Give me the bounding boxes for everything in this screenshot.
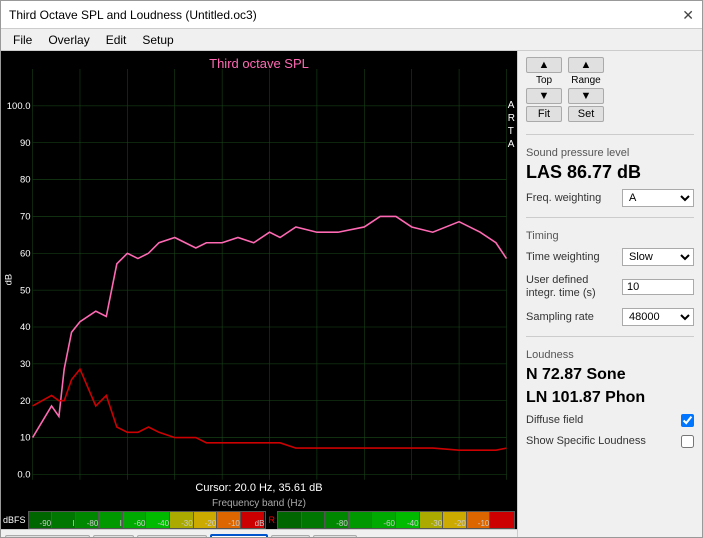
spl-section-title: Sound pressure level [526, 147, 694, 159]
svg-text:90: 90 [20, 138, 31, 149]
freq-weighting-select[interactable]: A B C Z [622, 189, 694, 207]
divider-1 [526, 134, 694, 135]
time-weighting-label: Time weighting [526, 251, 600, 263]
sampling-rate-select[interactable]: 44100 48000 96000 [622, 308, 694, 326]
overlay-button[interactable]: Overlay [210, 534, 268, 537]
svg-text:100.0: 100.0 [7, 101, 31, 112]
main-window: Third Octave SPL and Loudness (Untitled.… [0, 0, 703, 538]
svg-text:80: 80 [20, 175, 31, 186]
set-button[interactable]: Set [568, 106, 604, 122]
copy-button[interactable]: Copy [313, 535, 357, 537]
show-specific-row: Show Specific Loudness [526, 435, 694, 448]
loudness-ln-value: LN 101.87 Phon [526, 388, 694, 407]
divider-2 [526, 217, 694, 218]
menu-overlay[interactable]: Overlay [40, 31, 97, 49]
show-specific-label: Show Specific Loudness [526, 435, 646, 447]
svg-text:70: 70 [20, 212, 31, 223]
title-bar: Third Octave SPL and Loudness (Untitled.… [1, 1, 702, 29]
timing-section-title: Timing [526, 230, 694, 242]
spl-value: LAS 86.77 dB [526, 163, 694, 183]
freq-label: Frequency band (Hz) [1, 496, 517, 511]
top-label: Top [536, 75, 552, 86]
svg-text:dB: dB [4, 274, 15, 286]
menu-edit[interactable]: Edit [98, 31, 135, 49]
menu-bar: File Overlay Edit Setup [1, 29, 702, 51]
range-down-button[interactable]: ▼ [568, 88, 604, 104]
level-bar-strip: dBFS -90 I -80 I -60 -40 -30 -20 -10 dB … [1, 511, 517, 529]
chart-svg: 100.0 90 80 70 60 50 40 30 20 10 0.0 dB [1, 69, 517, 480]
main-area: Third octave SPL ARTA [1, 51, 702, 537]
svg-text:10: 10 [20, 433, 31, 444]
svg-text:0.0: 0.0 [17, 470, 30, 480]
diffuse-field-label: Diffuse field [526, 414, 583, 426]
bw-button[interactable]: B/W [271, 535, 310, 537]
record-reset-button[interactable]: Record/Reset [5, 535, 90, 537]
diffuse-field-checkbox[interactable] [681, 414, 694, 427]
range-up-button[interactable]: ▲ [568, 57, 604, 73]
svg-text:50: 50 [20, 285, 31, 296]
arta-label: ARTA [508, 99, 515, 151]
svg-text:60: 60 [20, 248, 31, 259]
menu-setup[interactable]: Setup [134, 31, 181, 49]
loudness-section-title: Loudness [526, 349, 694, 361]
divider-3 [526, 336, 694, 337]
time-weighting-row: Time weighting Slow Fast Impulse [526, 248, 694, 266]
right-panel: ▲ Top ▼ Fit ▲ Range ▼ Set Sound pressure… [517, 51, 702, 537]
fit-button[interactable]: Fit [526, 106, 562, 122]
svg-text:40: 40 [20, 322, 31, 333]
freq-weighting-label: Freq. weighting [526, 192, 601, 204]
show-specific-checkbox[interactable] [681, 435, 694, 448]
pink-noise-button[interactable]: Pink Noise [137, 535, 208, 537]
menu-file[interactable]: File [5, 31, 40, 49]
level-bar: -90 I -80 I -60 -40 -30 -20 -10 dB [28, 511, 266, 529]
sampling-rate-label: Sampling rate [526, 311, 594, 323]
svg-text:30: 30 [20, 359, 31, 370]
freq-weighting-row: Freq. weighting A B C Z [526, 189, 694, 207]
stop-button[interactable]: Stop [93, 535, 134, 537]
user-integr-label: User defined integr. time (s) [526, 274, 616, 300]
user-integr-row: User defined integr. time (s) [526, 274, 694, 300]
dbfs-label: dBFS [3, 515, 26, 525]
window-title: Third Octave SPL and Loudness (Untitled.… [9, 8, 257, 22]
svg-text:20: 20 [20, 396, 31, 407]
chart-title: Third octave SPL [1, 53, 517, 74]
close-button[interactable]: ✕ [682, 8, 694, 22]
top-down-button[interactable]: ▼ [526, 88, 562, 104]
range-label: Range [571, 75, 600, 86]
loudness-n-value: N 72.87 Sone [526, 365, 694, 384]
r-label: R [269, 515, 276, 525]
cursor-info: Cursor: 20.0 Hz, 35.61 dB [1, 480, 517, 496]
top-up-button[interactable]: ▲ [526, 57, 562, 73]
top-controls: ▲ Top ▼ Fit ▲ Range ▼ Set [526, 57, 694, 122]
diffuse-field-row: Diffuse field [526, 414, 694, 427]
user-integr-input[interactable] [622, 279, 694, 295]
chart-area: Third octave SPL ARTA [1, 51, 517, 537]
level-bar-r: -80 -60 -40 -30 -20 -10 [277, 511, 515, 529]
bottom-buttons: Record/Reset Stop Pink Noise Overlay B/W… [1, 529, 517, 537]
sampling-rate-row: Sampling rate 44100 48000 96000 [526, 308, 694, 326]
time-weighting-select[interactable]: Slow Fast Impulse [622, 248, 694, 266]
